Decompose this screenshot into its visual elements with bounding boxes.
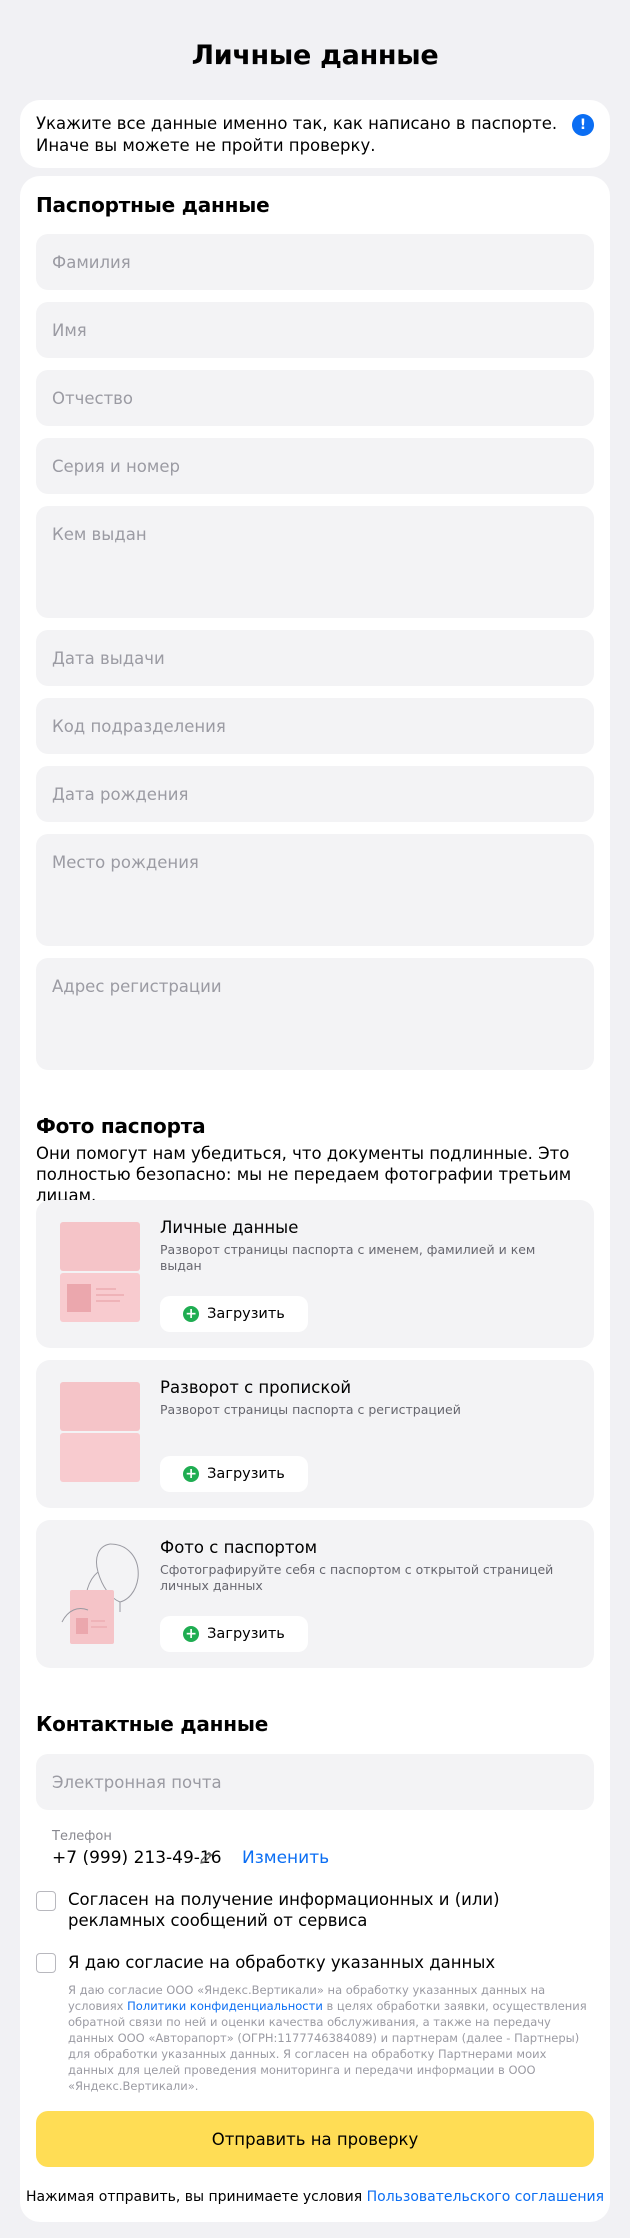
birth-place-placeholder: Место рождения xyxy=(52,853,199,872)
upload-registration-button[interactable]: + Загрузить xyxy=(160,1456,308,1492)
terms-prefix: Нажимая отправить, вы принимаете условия xyxy=(25,2189,363,2205)
contact-section-title: Контактные данные xyxy=(36,1712,269,1736)
series-number-placeholder: Серия и номер xyxy=(52,456,180,476)
processing-consent-label: Я даю согласие на обработку указанных да… xyxy=(68,1953,496,1972)
name-placeholder: Имя xyxy=(52,320,87,340)
registration-address-field[interactable]: Адрес регистрации xyxy=(36,958,594,1070)
marketing-consent-checkbox[interactable] xyxy=(36,1891,56,1911)
upload-button-label: Загрузить xyxy=(207,1626,285,1642)
change-phone-link[interactable]: Изменить xyxy=(242,1848,329,1868)
plus-icon: + xyxy=(183,1466,200,1482)
upload-personal-data-button[interactable]: + Загрузить xyxy=(160,1296,308,1332)
upload-button-label: Загрузить xyxy=(207,1466,285,1482)
page-title: Личные данные xyxy=(191,40,439,71)
passport-notice: Укажите все данные именно так, как напис… xyxy=(20,100,610,168)
upload-selfie-button[interactable]: + Загрузить xyxy=(160,1616,308,1652)
registration-address-placeholder: Адрес регистрации xyxy=(52,977,222,996)
issue-date-placeholder: Дата выдачи xyxy=(52,648,165,668)
submit-button[interactable]: Отправить на проверку xyxy=(36,2111,594,2167)
processing-consent-checkbox[interactable] xyxy=(36,1953,56,1973)
marketing-consent-label: Согласен на получение информационных и (… xyxy=(68,1890,500,1930)
series-number-field[interactable]: Серия и номер xyxy=(36,438,594,494)
photo-card-personal-data: Личные данные Разворот страницы паспорта… xyxy=(36,1200,594,1348)
issued-by-field[interactable]: Кем выдан xyxy=(36,506,594,618)
patronymic-placeholder: Отчество xyxy=(52,388,134,408)
name-field[interactable]: Имя xyxy=(36,302,594,358)
plus-icon: + xyxy=(183,1306,200,1322)
email-placeholder: Электронная почта xyxy=(52,1772,222,1792)
surname-placeholder: Фамилия xyxy=(52,252,131,272)
photo-card-subtitle: Сфотографируйте себя с паспортом с откры… xyxy=(160,1562,554,1593)
photo-card-title: Личные данные xyxy=(160,1218,299,1237)
department-code-field[interactable]: Код подразделения xyxy=(36,698,594,754)
phone-value: +7 (999) 213-49-16 xyxy=(52,1848,222,1868)
terms-text: Нажимая отправить, вы принимаете условия… xyxy=(20,2189,610,2205)
photo-card-title: Фото с паспортом xyxy=(160,1538,318,1557)
passport-spread-illustration xyxy=(60,1222,140,1322)
photo-card-registration: Разворот с пропиской Разворот страницы п… xyxy=(36,1360,594,1508)
issue-date-field[interactable]: Дата выдачи xyxy=(36,630,594,686)
plus-icon: + xyxy=(183,1626,200,1642)
consent-details: Я даю согласие ООО «Яндекс.Вертикали» на… xyxy=(68,1982,594,2094)
form-card: Паспортные данные Фамилия Имя Отчество С… xyxy=(20,176,610,2222)
photo-card-subtitle: Разворот страницы паспорта с регистрацие… xyxy=(160,1402,461,1417)
issued-by-placeholder: Кем выдан xyxy=(52,525,147,544)
passport-section-title: Паспортные данные xyxy=(36,193,270,217)
photo-section-description: Они помогут нам убедиться, что документы… xyxy=(36,1144,572,1205)
surname-field[interactable]: Фамилия xyxy=(36,234,594,290)
user-agreement-link[interactable]: Пользовательского соглашения xyxy=(367,2189,604,2205)
upload-button-label: Загрузить xyxy=(207,1306,285,1322)
consent-details-after: в целях обработки заявки, осуществления … xyxy=(68,1999,587,2093)
privacy-policy-link[interactable]: Политики конфиденциальности xyxy=(127,1999,323,2013)
birth-date-field[interactable]: Дата рождения xyxy=(36,766,594,822)
phone-label: Телефон xyxy=(52,1829,112,1844)
photo-card-title: Разворот с пропиской xyxy=(160,1378,352,1397)
patronymic-field[interactable]: Отчество xyxy=(36,370,594,426)
photo-card-selfie: Фото с паспортом Сфотографируйте себя с … xyxy=(36,1520,594,1668)
selfie-with-passport-illustration xyxy=(61,1543,139,1644)
birth-date-placeholder: Дата рождения xyxy=(52,784,189,804)
email-field[interactable]: Электронная почта xyxy=(36,1754,594,1810)
pencil-icon[interactable] xyxy=(198,1850,214,1866)
birth-place-field[interactable]: Место рождения xyxy=(36,834,594,946)
department-code-placeholder: Код подразделения xyxy=(52,716,226,736)
photo-card-subtitle: Разворот страницы паспорта с именем, фам… xyxy=(160,1242,536,1273)
photo-section-title: Фото паспорта xyxy=(36,1114,206,1138)
info-icon: ! xyxy=(572,114,594,136)
passport-registration-illustration xyxy=(60,1382,140,1482)
notice-text: Укажите все данные именно так, как напис… xyxy=(36,114,558,155)
